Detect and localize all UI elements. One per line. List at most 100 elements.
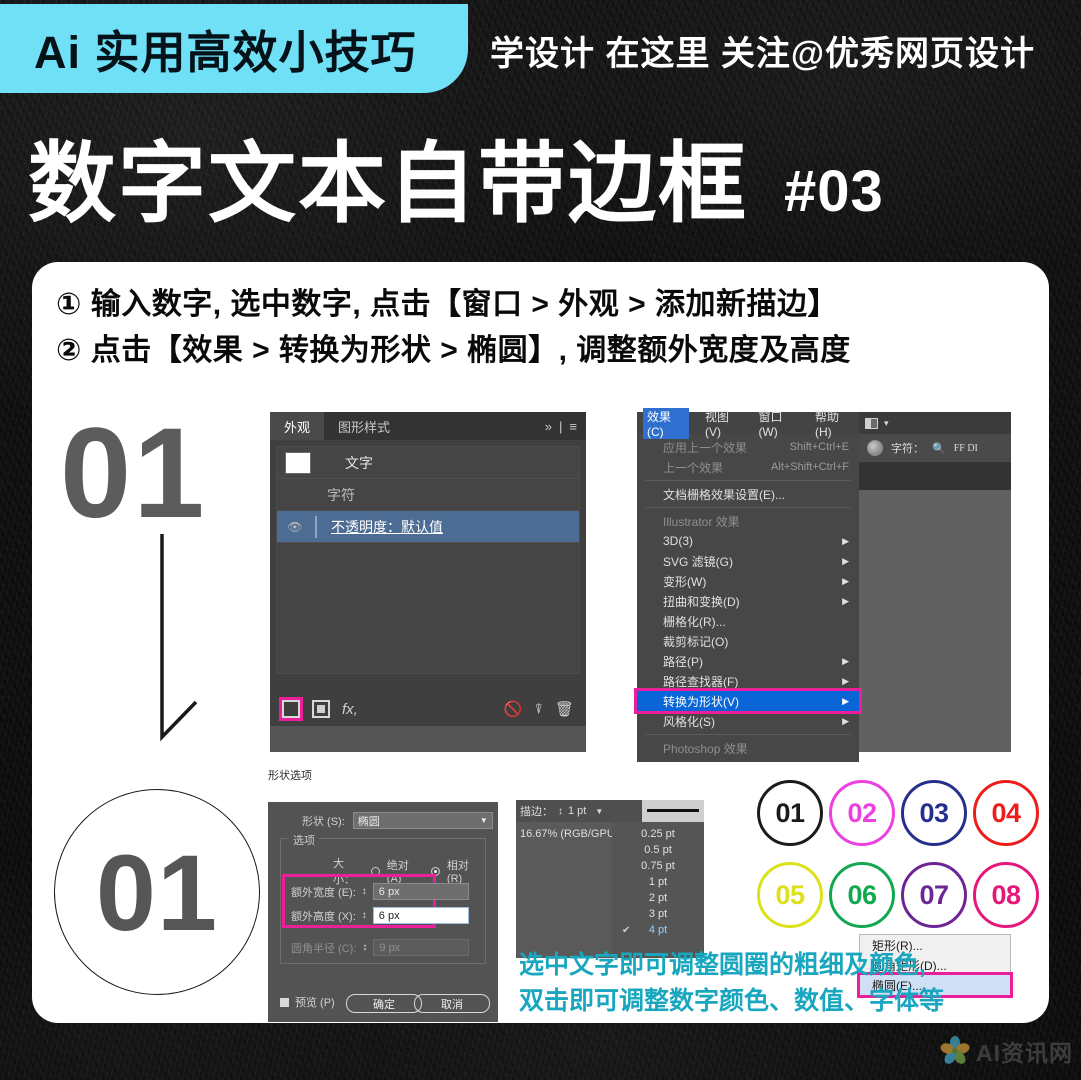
number-circle-cell: 04: [970, 772, 1042, 854]
expand-icon[interactable]: »: [545, 419, 552, 434]
duplicate-item-icon[interactable]: ⍒: [535, 701, 543, 718]
chevron-right-icon: ▶: [842, 655, 849, 666]
menu-effect[interactable]: 效果(C): [643, 407, 690, 439]
appearance-row-opacity[interactable]: 👁 不透明度：默认值: [277, 511, 579, 543]
cancel-button[interactable]: 取消: [414, 994, 490, 1013]
stroke-option-selected[interactable]: 4 pt: [612, 922, 704, 938]
menu-item-warp[interactable]: 变形(W) ▶: [637, 571, 859, 591]
eye-icon[interactable]: 👁: [277, 520, 313, 534]
menu-item-last-effect[interactable]: 上一个效果 Alt+Shift+Ctrl+F: [637, 457, 859, 477]
number-circle: 05: [757, 862, 823, 928]
add-new-fill-icon[interactable]: [312, 700, 330, 718]
number-circle-cell: 05: [754, 854, 826, 936]
appearance-row-label: 字符: [327, 486, 355, 503]
menu-item-label: 栅格化(R)...: [663, 614, 726, 629]
stroke-weight-panel: 描边： ↕ 1 pt ▼ 16.67% (RGB/GPU 0.25 pt 0.5…: [516, 800, 704, 958]
chevron-right-icon: ▶: [842, 555, 849, 566]
appearance-row-text[interactable]: 文字: [277, 447, 579, 479]
menu-item-svg-filters[interactable]: SVG 滤镜(G) ▶: [637, 551, 859, 571]
preview-row[interactable]: 预览 (P): [280, 994, 335, 1010]
fx-icon[interactable]: fx,: [342, 701, 358, 718]
menu-item-label: 转换为形状(V): [663, 694, 739, 709]
number-circle: 08: [973, 862, 1039, 928]
caption-line-2: 双击即可调整数字颜色、数值、字体等: [519, 986, 945, 1015]
radio-relative[interactable]: [431, 866, 440, 876]
stroke-option[interactable]: 2 pt: [612, 890, 704, 906]
menu-item-distort-transform[interactable]: 扭曲和变换(D) ▶: [637, 591, 859, 611]
stroke-stepper[interactable]: ↕: [558, 806, 563, 817]
font-value[interactable]: FF DI: [954, 443, 978, 454]
demo-circled-number: 01: [54, 789, 260, 995]
step-1: ① 输入数字, 选中数字, 点击【窗口 > 外观 > 添加新描边】: [56, 288, 838, 321]
menu-item-3d[interactable]: 3D(3) ▶: [637, 531, 859, 551]
stroke-option[interactable]: 1 pt: [612, 874, 704, 890]
number-circles-grid: 01 02 03 04 05 06 07 08: [754, 772, 1044, 936]
fill-swatch[interactable]: [285, 451, 311, 474]
preview-checkbox[interactable]: [280, 997, 289, 1007]
stroke-value[interactable]: 1 pt: [568, 805, 586, 817]
menu-item-apply-last-effect[interactable]: 应用上一个效果 Shift+Ctrl+E: [637, 437, 859, 457]
chevron-right-icon: ▶: [842, 675, 849, 686]
appearance-row-character[interactable]: 字符: [277, 479, 579, 511]
menu-item-crop-marks[interactable]: 裁剪标记(O): [637, 631, 859, 651]
menu-item-shortcut: Shift+Ctrl+E: [789, 441, 849, 453]
menu-item-rasterize[interactable]: 栅格化(R)...: [637, 611, 859, 631]
number-circle: 02: [829, 780, 895, 846]
number-circle: 07: [901, 862, 967, 928]
extra-height-input[interactable]: 6 px: [372, 907, 469, 924]
chevron-down-icon[interactable]: ▾: [884, 418, 889, 429]
chevron-down-icon: ▼: [479, 816, 488, 825]
delete-item-icon[interactable]: 🗑: [555, 700, 574, 718]
chevron-right-icon: ▶: [842, 535, 849, 546]
menu-window[interactable]: 窗口(W): [758, 408, 799, 439]
divider: |: [559, 418, 563, 434]
effects-menu: 效果(C) 视图(V) 窗口(W) 帮助(H) 应用上一个效果 Shift+Ct…: [634, 407, 862, 762]
appearance-footer-toolbar: fx, 🚫 ⍒ 🗑 添加新描边: [276, 692, 580, 752]
stroke-weight-dropdown: 0.25 pt 0.5 pt 0.75 pt 1 pt 2 pt 3 pt 4 …: [612, 822, 704, 958]
panel-bottom-strip: [270, 726, 586, 752]
stroke-top-bar: 描边： ↕ 1 pt ▼: [516, 800, 704, 822]
ok-button[interactable]: 确定: [346, 994, 422, 1013]
clear-appearance-icon[interactable]: 🚫: [504, 700, 523, 718]
tab-appearance[interactable]: 外观: [270, 412, 325, 440]
menu-item-stylize[interactable]: 风格化(S) ▶: [637, 711, 859, 731]
workspace-layout-icon[interactable]: [865, 417, 878, 429]
brand-tag-label: Ai 实用高效小技巧: [34, 27, 417, 78]
appearance-thumb-icon[interactable]: [867, 440, 883, 456]
stroke-option[interactable]: 3 pt: [612, 906, 704, 922]
extra-width-stepper[interactable]: ↕: [362, 886, 367, 897]
menu-item-label: SVG 滤镜(G): [663, 554, 734, 569]
extra-width-input[interactable]: 6 px: [372, 883, 469, 900]
stroke-option[interactable]: 0.75 pt: [612, 858, 704, 874]
shape-select[interactable]: 椭圆 ▼: [352, 812, 493, 829]
menu-help[interactable]: 帮助(H): [815, 408, 853, 439]
menu-item-label: 变形(W): [663, 574, 707, 589]
number-circle: 03: [901, 780, 967, 846]
tab-graphic-styles[interactable]: 图形样式: [324, 412, 405, 440]
menu-item-label: 3D(3): [663, 534, 694, 548]
menu-view[interactable]: 视图(V): [705, 408, 742, 439]
menu-item-shortcut: Alt+Shift+Ctrl+F: [771, 461, 849, 473]
menu-item-path[interactable]: 路径(P) ▶: [637, 651, 859, 671]
character-label: 字符：: [891, 443, 924, 455]
stroke-option[interactable]: 0.25 pt: [612, 826, 704, 842]
number-circle-cell: 02: [826, 772, 898, 854]
stroke-preview: [642, 800, 704, 822]
appearance-rows: 文字 字符 👁 不透明度：默认值: [276, 446, 580, 674]
menu-item-pathfinder[interactable]: 路径查找器(F) ▶: [637, 671, 859, 691]
number-circle-cell: 03: [898, 772, 970, 854]
corner-radius-input: 9 px: [373, 939, 470, 956]
panel-menu-icon[interactable]: ≡: [569, 419, 577, 434]
canvas-dark-band: [859, 462, 1011, 490]
demo-plain-number: 01: [60, 402, 207, 545]
stroke-option[interactable]: 0.5 pt: [612, 842, 704, 858]
menu-item-raster-settings[interactable]: 文档栅格效果设置(E)...: [637, 484, 859, 504]
shape-dialog-caption: 形状选项: [268, 770, 312, 782]
search-icon[interactable]: 🔍: [932, 442, 946, 455]
menu-item-convert-to-shape[interactable]: 转换为形状(V) ▶: [634, 688, 862, 714]
chevron-down-icon[interactable]: ▼: [595, 807, 603, 816]
extra-height-stepper[interactable]: ↕: [362, 910, 367, 921]
radio-absolute[interactable]: [371, 866, 380, 876]
content-card: ① 输入数字, 选中数字, 点击【窗口 > 外观 > 添加新描边】 ② 点击【效…: [32, 262, 1049, 1023]
add-new-stroke-icon[interactable]: [279, 697, 303, 721]
